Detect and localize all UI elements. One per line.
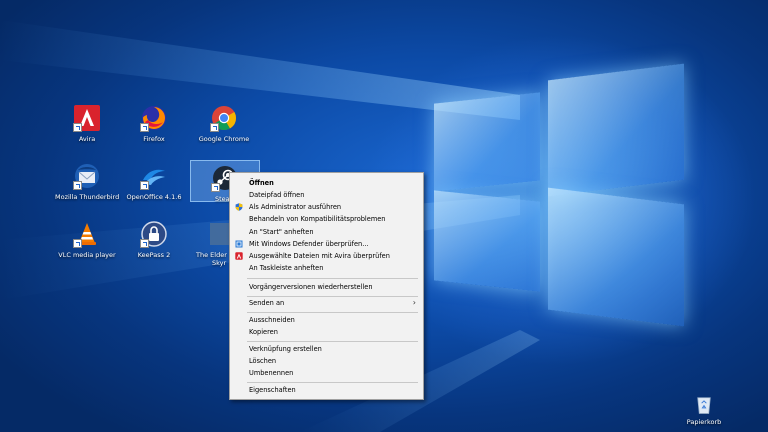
desktop-icon-recycle-bin[interactable]: Papierkorb [672,393,736,426]
shortcut-arrow-icon [140,239,149,248]
menu-item-pin-to-start[interactable]: An "Start" anheften [230,226,423,238]
menu-item-create-shortcut[interactable]: Verknüpfung erstellen [230,343,423,355]
recycle-bin-icon [697,397,711,414]
desktop-icon-label: Mozilla Thunderbird [55,193,120,201]
desktop-icon-keepass[interactable]: KeePass 2 [122,220,186,259]
shield-icon [235,203,243,211]
menu-item-open-file-location[interactable]: Dateipfad öffnen [230,189,423,201]
desktop-icon-label: OpenOffice 4.1.6 [126,193,182,201]
desktop-icon-label: Google Chrome [198,135,250,143]
shortcut-arrow-icon [210,123,219,132]
menu-separator [247,341,418,342]
menu-item-open[interactable]: Öffnen [230,177,423,189]
menu-item-troubleshoot-compatibility[interactable]: Behandeln von Kompatibilitätsproblemen [230,213,423,225]
menu-item-pin-to-taskbar[interactable]: An Taskleiste anheften [230,262,423,274]
menu-item-scan-avira[interactable]: Ausgewählte Dateien mit Avira überprüfen [230,250,423,262]
desktop-icon-label: Firefox [143,135,165,143]
menu-item-rename[interactable]: Umbenennen [230,367,423,379]
desktop-icon-vlc[interactable]: VLC media player [55,220,119,259]
defender-icon [235,240,243,248]
desktop-icon-label: Papierkorb [686,418,722,426]
menu-separator [247,278,418,279]
menu-item-scan-windows-defender[interactable]: Mit Windows Defender überprüfen... [230,238,423,250]
menu-separator [247,382,418,383]
menu-item-cut[interactable]: Ausschneiden [230,314,423,326]
desktop-icon-firefox[interactable]: Firefox [122,104,186,143]
desktop-icon-avira[interactable]: Avira [55,104,119,143]
shortcut-arrow-icon [140,181,149,190]
desktop-icon-label: Avira [78,135,96,143]
desktop-icon-mozilla-thunderbird[interactable]: Mozilla Thunderbird [55,162,119,201]
desktop-icon-label: KeePass 2 [137,251,171,259]
context-menu: Öffnen Dateipfad öffnen Als Administrato… [229,172,424,400]
menu-item-send-to[interactable]: Senden an › [230,297,423,309]
menu-item-delete[interactable]: Löschen [230,355,423,367]
menu-separator [247,312,418,313]
shortcut-arrow-icon [73,123,82,132]
shortcut-arrow-icon [211,183,220,192]
menu-item-restore-previous-versions[interactable]: Vorgängerversionen wiederherstellen [230,281,423,293]
desktop-icon-google-chrome[interactable]: Google Chrome [192,104,256,143]
menu-item-copy[interactable]: Kopieren [230,326,423,338]
desktop-icon-openoffice[interactable]: OpenOffice 4.1.6 [122,162,186,201]
avira-icon [235,252,243,260]
windows-logo-pane-top-left [434,92,540,192]
menu-item-properties[interactable]: Eigenschaften [230,384,423,396]
windows-logo-pane-bottom-left [434,190,540,292]
chevron-right-icon: › [412,298,416,307]
shortcut-arrow-icon [140,123,149,132]
windows-logo-pane-bottom-right [548,187,684,327]
menu-item-run-as-admin[interactable]: Als Administrator ausführen [230,201,423,213]
desktop: Avira Firefox Google Chrome Mozilla Thun… [0,0,768,432]
shortcut-arrow-icon [73,181,82,190]
windows-logo-pane-top-right [548,63,684,197]
shortcut-arrow-icon [73,239,82,248]
desktop-icon-label: VLC media player [58,251,116,259]
